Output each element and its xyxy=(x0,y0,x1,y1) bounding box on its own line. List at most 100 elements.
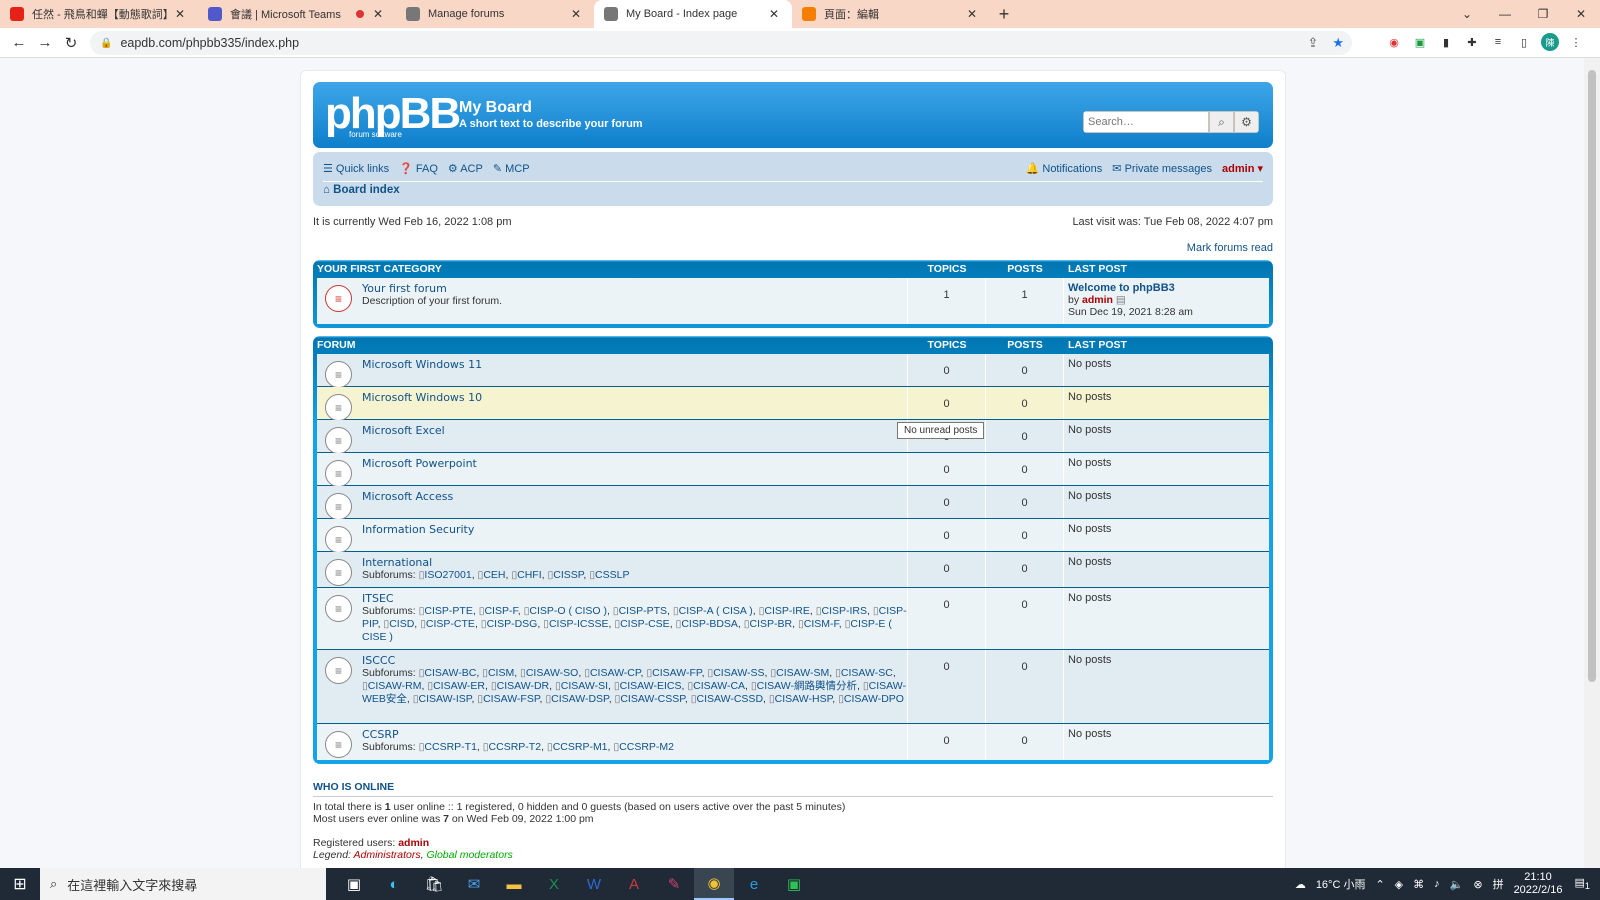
subforum-link[interactable]: ▯CISP-PTE xyxy=(419,605,473,617)
subforum-link[interactable]: ▯CISP-BDSA xyxy=(676,618,738,630)
maximize-button[interactable]: ❐ xyxy=(1524,0,1562,28)
subforum-link[interactable]: ▯CISAW-DR xyxy=(491,680,549,692)
weather-icon[interactable]: ☁ xyxy=(1295,878,1306,891)
subforum-link[interactable]: ▯CISD xyxy=(383,618,414,630)
chrome-icon[interactable]: ◉ xyxy=(694,868,734,900)
subforum-link[interactable]: ▯CISAW-SS xyxy=(707,667,764,679)
subforum-link[interactable]: ▯CISP-DSG xyxy=(481,618,538,630)
omnibox[interactable]: 🔒 eapdb.com/phpbb335/index.php ⇪ ★ xyxy=(90,31,1352,55)
who-is-online-title[interactable]: Who is online xyxy=(313,781,1273,797)
subforum-link[interactable]: ▯CISSP xyxy=(547,569,583,581)
profile-avatar[interactable]: 陳 xyxy=(1541,33,1559,51)
network-icon[interactable]: ⊗ xyxy=(1473,878,1482,891)
subforum-link[interactable]: ▯CISM xyxy=(482,667,514,679)
view-latest-post-icon[interactable]: ▤ xyxy=(1116,294,1126,306)
store-icon[interactable]: 🛍 xyxy=(414,868,454,900)
word-icon[interactable]: W xyxy=(574,868,614,900)
close-tab-icon[interactable]: ✕ xyxy=(172,7,188,21)
subforum-link[interactable]: ▯CISAW-SO xyxy=(520,667,578,679)
close-tab-icon[interactable]: ✕ xyxy=(766,7,782,21)
share-icon[interactable]: ⇪ xyxy=(1307,35,1318,51)
subforum-link[interactable]: ▯CISAW-SI xyxy=(555,680,608,692)
subforum-link[interactable]: ▯CISAW-CA xyxy=(687,680,745,692)
forum-title-link[interactable]: Microsoft Powerpoint xyxy=(362,457,477,470)
browser-tab[interactable]: My Board - Index page ✕ xyxy=(594,0,792,28)
windows-start-icon[interactable]: ⊞ xyxy=(0,868,40,900)
subforum-link[interactable]: ▯CISP-IRE xyxy=(759,605,810,617)
forward-button[interactable]: → xyxy=(32,34,58,51)
forum-title-link[interactable]: ITSEC xyxy=(362,592,907,605)
bookmark-star-icon[interactable]: ★ xyxy=(1332,35,1344,51)
browser-tab[interactable]: 會議 | Microsoft Teams ✕ xyxy=(198,0,396,28)
close-window-button[interactable]: ✕ xyxy=(1562,0,1600,28)
subforum-link[interactable]: ▯CISAW-FSP xyxy=(477,693,539,705)
notification-center-icon[interactable]: ▤1 xyxy=(1575,876,1591,891)
tray-usb-icon[interactable]: ⌘ xyxy=(1413,878,1424,891)
mcp-link[interactable]: ✎ MCP xyxy=(493,162,530,175)
subforum-link[interactable]: ▯CISAW-CP xyxy=(584,667,640,679)
subforum-link[interactable]: ▯CISAW-EICS xyxy=(614,680,682,692)
faq-link[interactable]: ❓ FAQ xyxy=(399,162,438,175)
legend-global-moderators-link[interactable]: Global moderators xyxy=(426,849,512,861)
minimize-button[interactable]: — xyxy=(1486,0,1524,28)
subforum-link[interactable]: ▯CISAW-CSSD xyxy=(691,693,763,705)
menu-kebab-icon[interactable]: ⋮ xyxy=(1567,33,1585,51)
subforum-link[interactable]: ▯CISP-ICSSE xyxy=(543,618,608,630)
paint-icon[interactable]: ✎ xyxy=(654,868,694,900)
browser-tab[interactable]: 任然 - 飛鳥和蟬【動態歌詞】「 ✕ xyxy=(0,0,198,28)
subforum-link[interactable]: ▯CISP-O ( CISO ) xyxy=(524,605,607,617)
last-post-title-link[interactable]: Welcome to phpBB3 xyxy=(1068,282,1265,294)
search-icon[interactable]: ⌕ xyxy=(1209,111,1234,133)
back-button[interactable]: ← xyxy=(6,34,32,51)
forum-title-link[interactable]: Your first forum xyxy=(362,282,502,295)
tab-search-icon[interactable]: ⌄ xyxy=(1448,0,1486,28)
browser-tab[interactable]: Manage forums ✕ xyxy=(396,0,594,28)
subforum-link[interactable]: ▯CISAW-RM xyxy=(362,680,421,692)
close-tab-icon[interactable]: ✕ xyxy=(568,7,584,21)
lock-icon[interactable]: 🔒 xyxy=(100,38,112,49)
ie-icon[interactable]: e xyxy=(734,868,774,900)
forum-title-link[interactable]: Microsoft Windows 10 xyxy=(362,391,482,404)
url-text[interactable]: eapdb.com/phpbb335/index.php xyxy=(120,36,299,50)
subforum-link[interactable]: ▯CSSLP xyxy=(589,569,629,581)
subforum-link[interactable]: ▯CISAW-DSP xyxy=(545,693,608,705)
search-input[interactable] xyxy=(1083,111,1209,133)
mail-icon[interactable]: ✉ xyxy=(454,868,494,900)
quick-links-menu[interactable]: ☰ Quick links xyxy=(323,162,389,175)
page-scrollbar[interactable] xyxy=(1584,58,1600,868)
microphone-icon[interactable]: ♪ xyxy=(1434,878,1440,890)
excel-icon[interactable]: X xyxy=(534,868,574,900)
extension-icon-2[interactable]: ▣ xyxy=(1411,33,1429,51)
close-tab-icon[interactable]: ✕ xyxy=(964,7,980,21)
subforum-link[interactable]: ▯CCSRP-T1 xyxy=(419,741,477,753)
subforum-link[interactable]: ▯CISP-BR xyxy=(744,618,792,630)
forum-title-link[interactable]: International xyxy=(362,556,629,569)
subforum-link[interactable]: ▯CEH xyxy=(478,569,506,581)
subforum-link[interactable]: ▯CISAW-網路輿情分析 xyxy=(751,680,857,692)
mark-forums-read-link[interactable]: Mark forums read xyxy=(1187,242,1273,254)
extension-icon-3[interactable]: ▮ xyxy=(1437,33,1455,51)
subforum-link[interactable]: ▯CISAW-HSP xyxy=(769,693,832,705)
reload-button[interactable]: ↻ xyxy=(58,34,84,52)
subforum-link[interactable]: ▯CISAW-CSSP xyxy=(615,693,685,705)
subforum-link[interactable]: ▯CHFI xyxy=(511,569,541,581)
forum-title-link[interactable]: Information Security xyxy=(362,523,474,536)
subforum-link[interactable]: ▯CISAW-FP xyxy=(646,667,701,679)
subforum-link[interactable]: ▯CCSRP-M2 xyxy=(613,741,674,753)
subforum-link[interactable]: ▯CISAW-DPO xyxy=(838,693,904,705)
access-icon[interactable]: A xyxy=(614,868,654,900)
extension-icon-1[interactable]: ◉ xyxy=(1385,33,1403,51)
subforum-link[interactable]: ▯CISP-CTE xyxy=(420,618,475,630)
last-post-user-link[interactable]: admin xyxy=(1082,294,1113,306)
user-menu[interactable]: admin ▾ xyxy=(1222,162,1263,175)
tray-chevron-icon[interactable]: ⌃ xyxy=(1375,878,1384,891)
breadcrumb[interactable]: ⌂ Board index xyxy=(323,184,400,196)
puzzle-icon[interactable]: ✚ xyxy=(1463,33,1481,51)
side-panel-icon[interactable]: ▯ xyxy=(1515,33,1533,51)
subforum-link[interactable]: ▯CCSRP-T2 xyxy=(483,741,541,753)
file-explorer-icon[interactable]: ▬ xyxy=(494,868,534,900)
scrollbar-thumb[interactable] xyxy=(1588,70,1596,682)
private-messages-link[interactable]: ✉ Private messages xyxy=(1112,162,1212,175)
subforum-link[interactable]: ▯ISO27001 xyxy=(419,569,472,581)
new-tab-button[interactable]: + xyxy=(990,0,1018,28)
